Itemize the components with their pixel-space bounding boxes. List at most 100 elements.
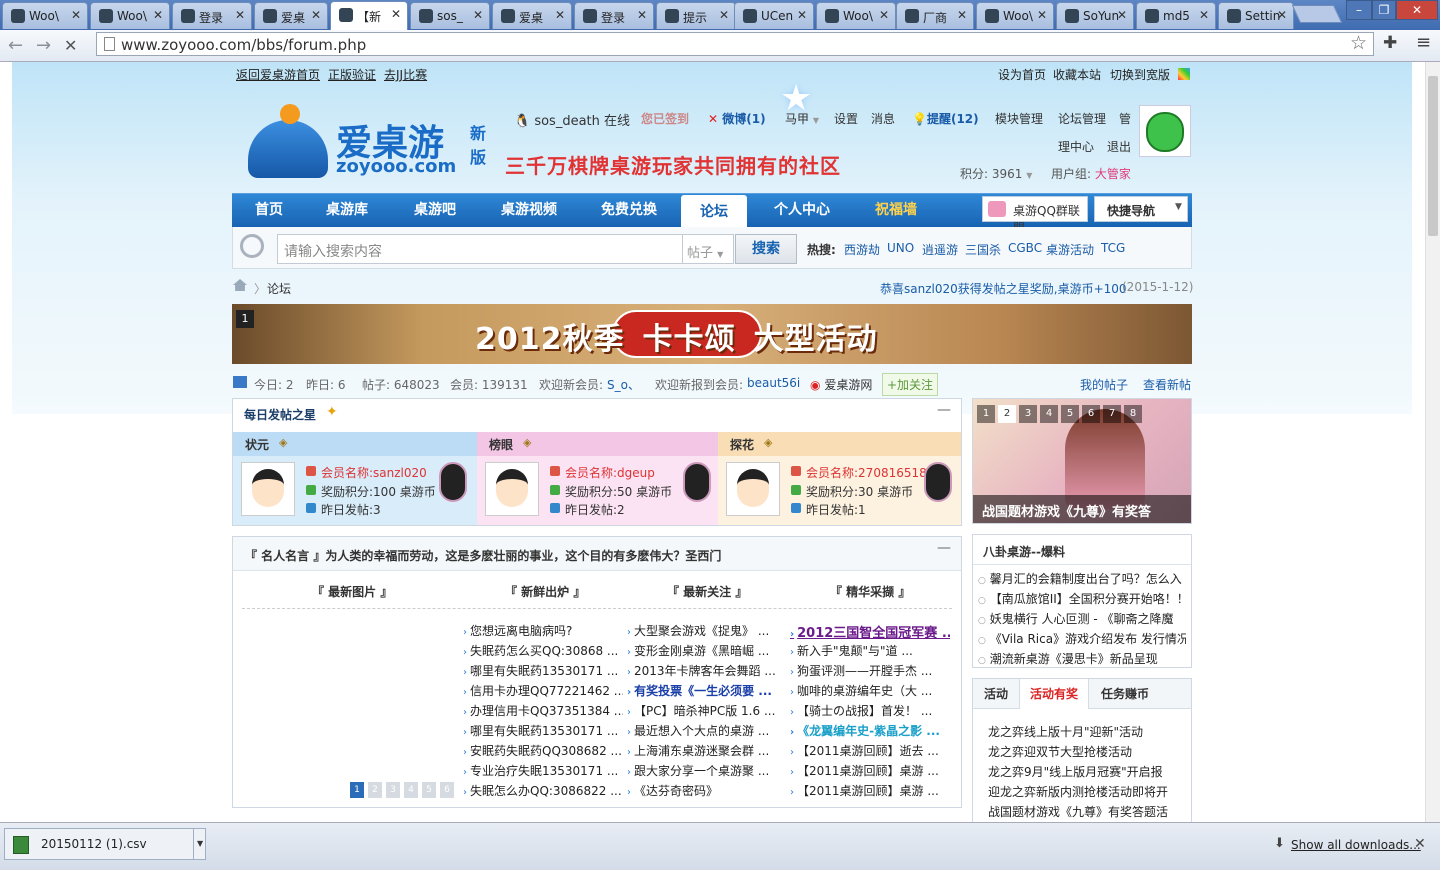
browser-tab[interactable]: 爱桌 ✕ xyxy=(254,2,328,29)
link-favorite[interactable]: 收藏本站 xyxy=(1053,66,1101,83)
browser-tab[interactable]: 登录 ✕ xyxy=(172,2,252,29)
close-tab-icon[interactable]: ✕ xyxy=(391,7,401,21)
hot-search-link[interactable]: CGBC xyxy=(1008,241,1042,255)
slide-number[interactable]: 8 xyxy=(1124,405,1142,423)
activity-item[interactable]: 战国题材游戏《九尊》有奖答题活 xyxy=(988,803,1188,820)
my-posts-link[interactable]: 我的帖子 xyxy=(1080,376,1128,393)
slide-number[interactable]: 6 xyxy=(1082,405,1100,423)
close-tab-icon[interactable]: ✕ xyxy=(71,8,81,22)
pic-page-button[interactable]: 1 xyxy=(350,782,364,798)
gossip-item[interactable]: ○ 妖鬼横行 人心叵测 - 《聊斋之降魔 xyxy=(978,610,1186,627)
link-jj-match[interactable]: 去JJ比赛 xyxy=(384,66,427,83)
back-icon[interactable]: ← xyxy=(8,35,23,56)
new-member-link[interactable]: S_o、 xyxy=(607,376,640,393)
star-member-name[interactable]: 会员名称:dgeup xyxy=(565,464,655,481)
close-window-button[interactable]: ✕ xyxy=(1396,0,1438,20)
pic-page-button[interactable]: 4 xyxy=(404,782,418,798)
list-item[interactable]: › 【2011桌游回顾】桌游 ... xyxy=(790,762,950,779)
star-member-name[interactable]: 会员名称:sanzl020 xyxy=(321,464,427,481)
activity-item[interactable]: 龙之弈9月"线上版月冠赛"开启报 xyxy=(988,763,1188,780)
nav-item-1[interactable]: 桌游库 xyxy=(310,193,384,227)
star-avatar[interactable] xyxy=(241,462,295,516)
hot-search-link[interactable]: 逍遥游 xyxy=(922,241,958,258)
browser-tab[interactable]: Woo\ ✕ xyxy=(976,2,1054,29)
minimize-button[interactable]: – xyxy=(1346,0,1372,20)
slide-number[interactable]: 2 xyxy=(998,405,1016,423)
close-tab-icon[interactable]: ✕ xyxy=(719,8,729,22)
slide-caption[interactable]: 战国题材游戏《九尊》有奖答 xyxy=(973,495,1191,523)
address-bar[interactable]: www.zoyooo.com/bbs/forum.php xyxy=(96,32,1374,56)
menu-icon[interactable]: ≡ xyxy=(1416,32,1431,53)
list-item[interactable]: › 有奖投票《一生必须要 ... xyxy=(627,682,787,699)
gossip-item[interactable]: ○ 《Vila Rica》游戏介绍发布 发行情况来 xyxy=(978,630,1186,647)
browser-tab[interactable]: SoYun ✕ xyxy=(1056,2,1134,29)
list-item[interactable]: › 2012三国智全国冠军赛 ... xyxy=(790,622,950,641)
follow-button[interactable]: +加关注 xyxy=(882,373,939,396)
points-display[interactable]: 积分: 3961 ▼ xyxy=(960,165,1032,182)
maximize-button[interactable]: ❐ xyxy=(1372,0,1396,20)
gossip-item[interactable]: ○ 潮流新桌游《漫思卡》新品呈现 xyxy=(978,650,1186,667)
link-verify[interactable]: 正版验证 xyxy=(328,66,376,83)
pic-page-button[interactable]: 5 xyxy=(422,782,436,798)
close-tab-icon[interactable]: ✕ xyxy=(153,8,163,22)
browser-tab[interactable]: Settin ✕ xyxy=(1218,2,1294,29)
close-tab-icon[interactable]: ✕ xyxy=(957,8,967,22)
close-tab-icon[interactable]: ✕ xyxy=(1037,8,1047,22)
activity-item[interactable]: 龙之弈线上版十月"迎新"活动 xyxy=(988,723,1188,740)
slide-number[interactable]: 7 xyxy=(1103,405,1121,423)
vertical-scrollbar[interactable] xyxy=(1425,62,1440,822)
hot-search-link[interactable]: 西游劫 xyxy=(844,241,880,258)
search-input[interactable]: 请输入搜索内容 xyxy=(277,234,683,264)
list-item[interactable]: › 最近想入个大点的桌游 ... xyxy=(627,722,787,739)
browser-tab[interactable]: 厂商 ✕ xyxy=(896,2,974,29)
list-item[interactable]: › 【2011桌游回顾】桌游 ... xyxy=(790,782,950,799)
browser-tab[interactable]: md5 ✕ xyxy=(1136,2,1216,29)
nav-item-0[interactable]: 首页 xyxy=(240,193,298,227)
list-item[interactable]: › 上海浦东桌游迷聚会群 ... xyxy=(627,742,787,759)
list-item[interactable]: › 《达芬奇密码》 xyxy=(627,782,787,799)
close-tab-icon[interactable]: ✕ xyxy=(1199,8,1209,22)
hot-search-link[interactable]: TCG xyxy=(1101,241,1125,255)
close-shelf-icon[interactable]: ✕ xyxy=(1414,836,1426,852)
avatar[interactable] xyxy=(1139,105,1191,157)
stop-icon[interactable]: ✕ xyxy=(64,36,77,55)
link-set-home[interactable]: 设为首页 xyxy=(998,66,1046,83)
link-back-home[interactable]: 返回爱桌游首页 xyxy=(236,66,320,83)
close-tab-icon[interactable]: ✕ xyxy=(311,8,321,22)
list-item[interactable]: › 办理信用卡QQ37351384 ... xyxy=(463,702,623,719)
list-item[interactable]: › 2013年卡牌客年会舞蹈 ... xyxy=(627,662,787,679)
close-tab-icon[interactable]: ✕ xyxy=(235,8,245,22)
list-item[interactable]: › 信用卡办理QQ77221462 ... xyxy=(463,682,623,699)
activity-item[interactable]: 龙之弈迎双节大型抢楼活动 xyxy=(988,743,1188,760)
close-tab-icon[interactable]: ✕ xyxy=(473,8,483,22)
extension-icon[interactable]: ✚ xyxy=(1383,33,1397,53)
close-tab-icon[interactable]: ✕ xyxy=(555,8,565,22)
close-tab-icon[interactable]: ✕ xyxy=(879,8,889,22)
activity-tab[interactable]: 活动 xyxy=(973,679,1019,709)
browser-tab[interactable]: 提示 ✕ xyxy=(656,2,736,29)
list-item[interactable]: › 哪里有失眠药13530171 ... xyxy=(463,722,623,739)
list-item[interactable]: › 【PC】暗杀神PC版 1.6 ... xyxy=(627,702,787,719)
banner-index[interactable]: 1 xyxy=(236,310,254,328)
chevron-down-icon[interactable]: ▼ xyxy=(193,829,207,859)
list-item[interactable]: › 狗蛋评测——开膛手杰 ... xyxy=(790,662,950,679)
list-item[interactable]: › 【2011桌游回顾】逝去 ... xyxy=(790,742,950,759)
nav-item-6[interactable]: 个人中心 xyxy=(760,193,844,227)
admin-center-link[interactable]: 理中心 xyxy=(1058,138,1094,155)
nav-item-5[interactable]: 论坛 xyxy=(681,195,747,227)
settings-link[interactable]: 设置 xyxy=(834,110,858,127)
pic-page-button[interactable]: 3 xyxy=(386,782,400,798)
qq-group-button[interactable]: 桌游QQ群联盟 xyxy=(982,196,1088,235)
new-tab-button[interactable] xyxy=(1291,5,1343,23)
admin-link[interactable]: 管 xyxy=(1119,110,1131,127)
site-logo[interactable]: 爱桌游 zoyooo.com 新 版 xyxy=(244,100,494,180)
module-admin-link[interactable]: 模块管理 xyxy=(995,110,1043,127)
signed-in-status[interactable]: 您已签到 xyxy=(641,110,689,127)
browser-tab[interactable]: 【新 ✕ xyxy=(330,1,408,30)
nav-item-3[interactable]: 桌游视频 xyxy=(484,193,574,227)
list-item[interactable]: › 【骑士の战报】首发！ ... xyxy=(790,702,950,719)
activity-tab[interactable]: 活动有奖 xyxy=(1019,679,1089,709)
slide-number[interactable]: 3 xyxy=(1019,405,1037,423)
star-avatar[interactable] xyxy=(485,462,539,516)
notice-link[interactable]: 恭喜sanzl020获得发帖之星奖励,桌游币+100 xyxy=(880,280,1127,297)
